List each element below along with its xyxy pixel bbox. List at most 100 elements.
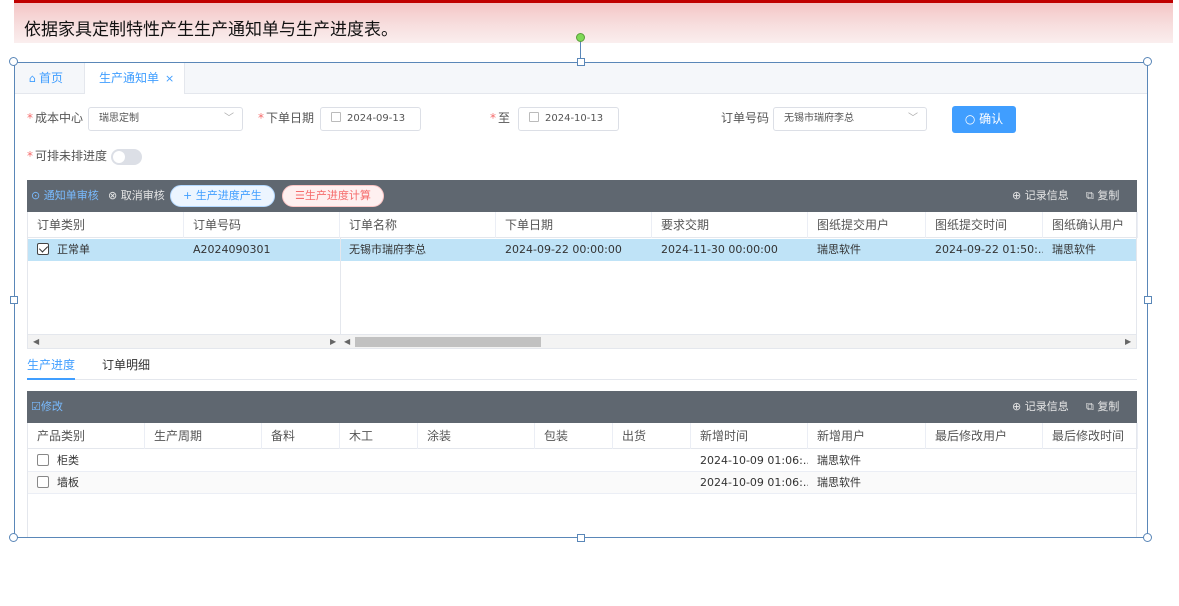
approve-button[interactable]: ⊙ 通知单审核 xyxy=(31,180,99,212)
tab-production-progress[interactable]: 生产进度 xyxy=(27,353,76,380)
rotation-handle[interactable] xyxy=(576,33,585,42)
row-checkbox[interactable] xyxy=(37,243,49,255)
scroll-left-icon[interactable]: ◀ xyxy=(33,335,39,348)
cell-text: 墙板 xyxy=(57,476,79,489)
column-header[interactable]: 最后修改时间 xyxy=(1043,423,1138,449)
copy-button[interactable]: ⧉ 复制 xyxy=(1086,391,1119,423)
date-from-input[interactable]: 2024-09-13 xyxy=(320,107,421,131)
copy-icon: ⧉ xyxy=(1086,400,1094,413)
tab-production-notice[interactable]: 生产通知单 × xyxy=(84,63,185,94)
resize-handle[interactable] xyxy=(10,296,18,304)
detail-tabs: 生产进度 订单明细 xyxy=(27,353,1137,380)
table-cell xyxy=(613,472,691,494)
row-checkbox[interactable] xyxy=(37,454,49,466)
column-header[interactable]: 订单号码 xyxy=(184,212,340,238)
resize-handle[interactable] xyxy=(577,58,585,66)
horizontal-scrollbar[interactable]: ◀ ▶ ◀ ▶ xyxy=(27,334,1137,349)
table-cell: 正常单 xyxy=(28,239,184,261)
check-circle-icon: ⊙ xyxy=(31,189,41,202)
tab-strip: ⌂ 首页 生产通知单 × xyxy=(15,63,1147,94)
table-cell xyxy=(418,450,535,472)
app-window: ⌂ 首页 生产通知单 × * 成本中心 瑞思定制 ﹀ * 下单日期 2024-09-13… xyxy=(15,63,1147,537)
scroll-right-icon[interactable]: ▶ xyxy=(1125,335,1131,348)
column-header[interactable]: 图纸提交用户 xyxy=(808,212,926,238)
calendar-icon xyxy=(331,112,341,122)
column-header[interactable]: 涂装 xyxy=(418,423,535,449)
table-cell: 2024-09-22 00:00:00 xyxy=(496,239,652,261)
table-row[interactable]: 墙板 2024-10-09 01:06:... 瑞思软件 xyxy=(28,472,1136,494)
corner-handle[interactable] xyxy=(1143,533,1152,542)
schedulable-label: * 可排未排进度 xyxy=(27,149,108,163)
column-header[interactable]: 木工 xyxy=(340,423,418,449)
chevron-down-icon: ﹀ xyxy=(908,113,918,124)
tab-order-detail[interactable]: 订单明细 xyxy=(102,353,150,380)
cost-center-select[interactable]: 瑞思定制 ﹀ xyxy=(88,107,243,131)
table-cell: A2024090301 xyxy=(184,239,340,261)
table-row[interactable]: 柜类 2024-10-09 01:06:... 瑞思软件 xyxy=(28,450,1136,472)
tab-home[interactable]: ⌂ 首页 xyxy=(29,63,63,94)
cell-text: 正常单 xyxy=(57,243,90,256)
column-header[interactable]: 最后修改用户 xyxy=(926,423,1043,449)
calc-progress-button[interactable]: ☰生产进度计算 xyxy=(282,185,384,207)
cell-text: 瑞思软件 xyxy=(1052,243,1096,256)
table-cell: 2024-11-30 00:00:00 xyxy=(652,239,808,261)
table-cell: 瑞思软件 xyxy=(1043,239,1138,261)
cell-text: 瑞思软件 xyxy=(817,476,861,489)
order-date-label: * 下单日期 xyxy=(258,111,315,125)
table-row[interactable]: 正常单 A2024090301 无锡市瑞府李总 2024-09-22 00:00:00… xyxy=(28,239,1136,261)
corner-handle[interactable] xyxy=(9,533,18,542)
column-header[interactable]: 出货 xyxy=(613,423,691,449)
column-header[interactable]: 备料 xyxy=(262,423,340,449)
produce-progress-button[interactable]: + 生产进度产生 xyxy=(170,185,275,207)
scroll-left-icon[interactable]: ◀ xyxy=(344,335,350,348)
record-info-button[interactable]: ⊕ 记录信息 xyxy=(1012,391,1069,423)
search-icon: ○ xyxy=(964,112,976,126)
column-header[interactable]: 订单名称 xyxy=(340,212,496,238)
table-cell: 2024-10-09 01:06:... xyxy=(691,472,808,494)
table-cell: 柜类 xyxy=(28,450,145,472)
resize-handle[interactable] xyxy=(577,534,585,542)
column-header[interactable]: 订单类别 xyxy=(28,212,184,238)
table-cell: 瑞思软件 xyxy=(808,239,926,261)
column-header[interactable]: 包装 xyxy=(535,423,613,449)
confirm-button[interactable]: ○ 确认 xyxy=(952,106,1016,133)
column-header[interactable]: 新增用户 xyxy=(808,423,926,449)
column-header[interactable]: 产品类别 xyxy=(28,423,145,449)
tab-production-notice-label: 生产通知单 xyxy=(99,71,160,85)
column-header[interactable]: 要求交期 xyxy=(652,212,808,238)
table-cell xyxy=(145,450,262,472)
cell-text: 2024-11-30 00:00:00 xyxy=(661,243,778,256)
table-cell xyxy=(418,472,535,494)
to-label: * 至 xyxy=(490,111,511,125)
scroll-right-icon[interactable]: ▶ xyxy=(330,335,336,348)
table-cell xyxy=(926,472,1043,494)
column-header[interactable]: 图纸确认用户 xyxy=(1043,212,1138,238)
schedulable-toggle[interactable] xyxy=(111,149,142,165)
copy-button[interactable]: ⧉ 复制 xyxy=(1086,180,1119,212)
table-cell xyxy=(1043,472,1138,494)
cell-text: 柜类 xyxy=(57,454,79,467)
corner-handle[interactable] xyxy=(1143,57,1152,66)
cell-text: 瑞思软件 xyxy=(817,454,861,467)
column-header[interactable]: 新增时间 xyxy=(691,423,808,449)
column-header[interactable]: 生产周期 xyxy=(145,423,262,449)
table-cell xyxy=(613,450,691,472)
table-cell xyxy=(262,450,340,472)
order-no-select[interactable]: 无锡市瑞府李总 ﹀ xyxy=(773,107,927,131)
row-checkbox[interactable] xyxy=(37,476,49,488)
edit-button[interactable]: ☑修改 xyxy=(31,391,63,423)
date-to-input[interactable]: 2024-10-13 xyxy=(518,107,619,131)
corner-handle[interactable] xyxy=(9,57,18,66)
scrollbar-thumb[interactable] xyxy=(355,337,541,347)
notice-toolbar: ⊙ 通知单审核 ⊗ 取消审核 + 生产进度产生 ☰生产进度计算 ⊕ 记录信息 ⧉… xyxy=(27,180,1137,212)
close-icon[interactable]: × xyxy=(165,72,174,85)
plus-icon: + xyxy=(183,189,193,202)
column-header[interactable]: 图纸提交时间 xyxy=(926,212,1043,238)
cancel-approve-button[interactable]: ⊗ 取消审核 xyxy=(108,180,165,212)
column-header[interactable]: 下单日期 xyxy=(496,212,652,238)
resize-handle[interactable] xyxy=(1144,296,1152,304)
table-cell xyxy=(926,450,1043,472)
table-cell xyxy=(535,472,613,494)
record-info-button[interactable]: ⊕ 记录信息 xyxy=(1012,180,1069,212)
date-to-value: 2024-10-13 xyxy=(545,113,604,124)
